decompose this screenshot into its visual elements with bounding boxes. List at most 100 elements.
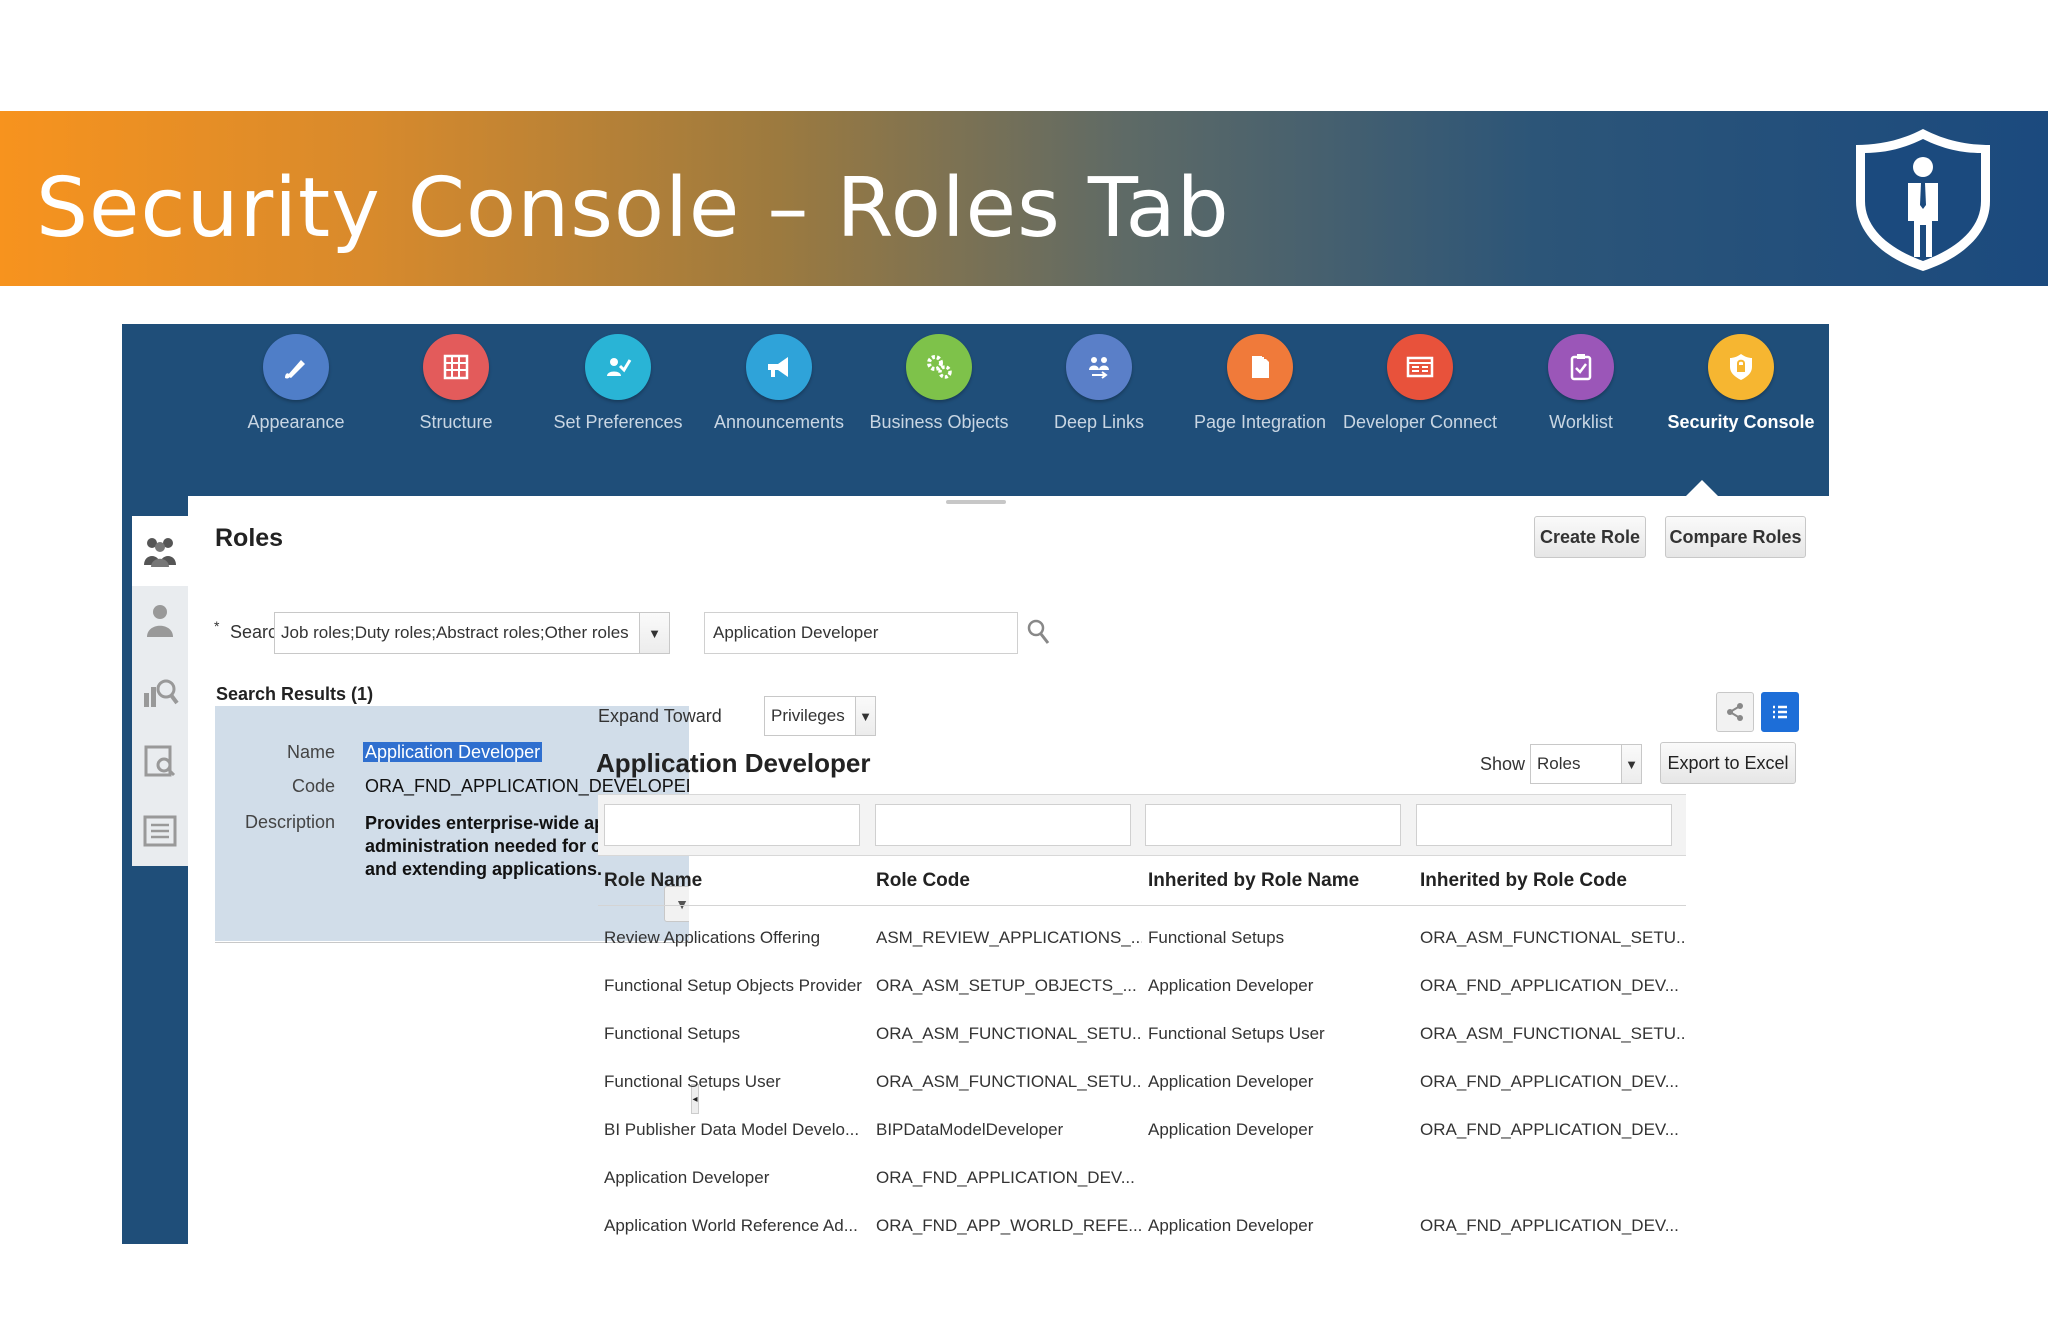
slide-title: Security Console – Roles Tab — [36, 161, 1230, 256]
cell-inherited-name: Application Developer — [1148, 1120, 1314, 1139]
filter-inherited-code-input[interactable] — [1415, 804, 1672, 846]
role-type-select[interactable]: Job roles;Duty roles;Abstract roles;Othe… — [274, 612, 670, 654]
show-label: Show — [1480, 754, 1526, 774]
tool-page-integration[interactable]: Page Integration — [1180, 334, 1340, 454]
show-select[interactable]: Roles ▼ — [1530, 744, 1642, 784]
cell-role-code: ORA_FND_APPLICATION_DEV... — [876, 1168, 1135, 1187]
cell-role-name: BI Publisher Data Model Develo... — [604, 1120, 860, 1139]
cell-role-code: BIPDataModelDeveloper — [876, 1120, 1064, 1139]
column-header[interactable]: Inherited by Role Code — [1414, 870, 1686, 892]
document-search-icon — [144, 745, 176, 777]
user-icon — [147, 605, 173, 637]
tool-label: Structure — [419, 412, 493, 432]
tool-business-objects[interactable]: Business Objects — [859, 334, 1019, 454]
cell-role-name: Application World Reference Ad... — [604, 1216, 858, 1235]
grid-icon — [423, 334, 489, 400]
expand-toward-label: Expand Toward — [598, 706, 722, 726]
tool-label: Worklist — [1549, 412, 1613, 432]
export-to-excel-button[interactable]: Export to Excel — [1660, 742, 1796, 784]
tool-set-preferences[interactable]: Set Preferences — [538, 334, 698, 454]
tool-announcements[interactable]: Announcements — [699, 334, 859, 454]
cell-role-code: ORA_ASM_FUNCTIONAL_SETU... — [876, 1072, 1142, 1091]
table-view-button[interactable] — [1761, 692, 1799, 732]
tool-security-console[interactable]: Security Console — [1661, 334, 1821, 454]
name-label: Name — [286, 742, 335, 762]
compare-roles-button[interactable]: Compare Roles — [1665, 516, 1806, 558]
tool-appearance[interactable]: Appearance — [216, 334, 376, 454]
people-link-icon — [1066, 334, 1132, 400]
tool-label: Security Console — [1667, 412, 1815, 432]
tools-toolbar: Appearance Structure Set Preferences Ann… — [122, 324, 1829, 494]
cell-inherited-name: Application Developer — [1148, 976, 1314, 995]
security-console-app: Appearance Structure Set Preferences Ann… — [122, 324, 1829, 1244]
search-results-heading: Search Results (1) — [216, 684, 374, 704]
cell-inherited-code: ORA_ASM_FUNCTIONAL_SETU... — [1420, 1024, 1686, 1043]
table-row[interactable]: Application World Reference Ad... ORA_FN… — [598, 1202, 1686, 1244]
side-tab-certificates[interactable] — [132, 726, 188, 796]
expand-toward-select[interactable]: Privileges ▼ — [764, 696, 876, 736]
filter-role-name-input[interactable] — [604, 804, 860, 846]
cell-inherited-name: Functional Setups User — [1148, 1024, 1325, 1043]
table-row[interactable]: Application Developer ORA_FND_APPLICATIO… — [598, 1154, 1686, 1202]
cell-role-code: ORA_ASM_SETUP_OBJECTS_... — [876, 976, 1137, 995]
cell-role-name: Review Applications Offering — [604, 928, 821, 947]
expand-toward-value: Privileges — [771, 706, 845, 725]
side-tab-roles[interactable] — [132, 516, 188, 586]
paintbrush-icon — [263, 334, 329, 400]
roles-content-area: Roles Create Role Compare Roles * Search… — [188, 480, 1829, 1244]
column-header[interactable]: Role Code — [870, 870, 1142, 892]
table-row[interactable]: Review Applications Offering ASM_REVIEW_… — [598, 914, 1686, 962]
table-row[interactable]: Functional Setups ORA_ASM_FUNCTIONAL_SET… — [598, 1010, 1686, 1058]
table-row[interactable]: Functional Setup Objects Provider ORA_AS… — [598, 962, 1686, 1010]
cell-inherited-code: ORA_ASM_FUNCTIONAL_SETU... — [1420, 928, 1686, 947]
shield-lock-icon — [1708, 334, 1774, 400]
tool-structure[interactable]: Structure — [376, 334, 536, 454]
role-type-value: Job roles;Duty roles;Abstract roles;Othe… — [281, 623, 629, 642]
hierarchy-view-button[interactable] — [1716, 692, 1754, 732]
filter-role-code-input[interactable] — [874, 804, 1131, 846]
resize-grip[interactable] — [946, 500, 1006, 504]
console-side-tabs — [132, 516, 188, 866]
slide-banner: Security Console – Roles Tab — [0, 111, 2048, 286]
tool-developer-connect[interactable]: Developer Connect — [1340, 334, 1500, 454]
group-icon — [144, 538, 176, 567]
side-tab-analytics[interactable] — [132, 656, 188, 726]
show-value: Roles — [1537, 754, 1581, 773]
cell-inherited-code: ORA_FND_APPLICATION_DEV... — [1420, 1120, 1679, 1139]
page-plus-icon — [1227, 334, 1293, 400]
code-label: Code — [291, 776, 335, 796]
cell-inherited-name: Application Developer — [1148, 1072, 1314, 1091]
create-role-button[interactable]: Create Role — [1534, 516, 1646, 558]
side-tab-users[interactable] — [132, 586, 188, 656]
selected-role-name: Application Developer — [363, 742, 543, 762]
table-row[interactable]: BI Publisher Data Model Develo... BIPDat… — [598, 1106, 1686, 1154]
search-icon[interactable] — [1026, 618, 1052, 648]
column-header[interactable]: Inherited by Role Name — [1142, 870, 1414, 892]
role-search-input[interactable]: Application Developer — [704, 612, 1018, 654]
security-shield-logo — [1856, 129, 1990, 271]
filter-inherited-name-input[interactable] — [1145, 804, 1401, 846]
active-tool-pointer — [1686, 480, 1718, 496]
clipboard-check-icon — [1548, 334, 1614, 400]
dropdown-arrow-icon[interactable]: ▼ — [855, 697, 875, 735]
required-marker: * — [214, 618, 220, 634]
tool-worklist[interactable]: Worklist — [1501, 334, 1661, 454]
cell-role-code: ASM_REVIEW_APPLICATIONS_... — [876, 928, 1142, 947]
browser-window-icon — [1387, 334, 1453, 400]
column-header[interactable]: Role Name — [598, 870, 870, 892]
tool-label: Deep Links — [1053, 412, 1145, 432]
cell-role-name: Functional Setup Objects Provider — [604, 976, 862, 995]
list-view-icon — [1773, 705, 1787, 719]
cell-inherited-name: Application Developer — [1148, 1216, 1314, 1235]
side-tab-administration[interactable] — [132, 796, 188, 866]
page-title: Roles — [215, 524, 284, 552]
dropdown-arrow-icon[interactable]: ▼ — [639, 613, 669, 653]
cell-role-name: Functional Setups — [604, 1024, 741, 1043]
description-label: Description — [244, 812, 335, 832]
tool-deep-links[interactable]: Deep Links — [1019, 334, 1179, 454]
table-row[interactable]: Functional Setups User ORA_ASM_FUNCTIONA… — [598, 1058, 1686, 1106]
gears-icon — [906, 334, 972, 400]
cell-role-name: Application Developer — [604, 1168, 770, 1187]
cell-inherited-code: ORA_FND_APPLICATION_DEV... — [1420, 976, 1679, 995]
dropdown-arrow-icon[interactable]: ▼ — [1621, 745, 1641, 783]
